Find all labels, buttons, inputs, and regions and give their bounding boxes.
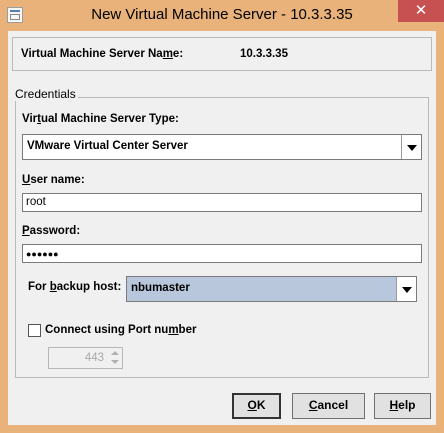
server-name-label: Virtual Machine Server Name:	[21, 48, 184, 60]
help-button[interactable]: Help	[374, 393, 431, 419]
password-label: Password:	[22, 225, 81, 237]
port-number-value: 443	[84, 352, 104, 364]
password-input[interactable]: ●●●●●●	[22, 244, 422, 263]
dialog-window: New Virtual Machine Server - 10.3.3.35 ✕…	[0, 0, 444, 433]
dialog-body: Virtual Machine Server Name: 10.3.3.35 C…	[8, 31, 436, 425]
title-bar[interactable]: New Virtual Machine Server - 10.3.3.35 ✕	[0, 0, 444, 31]
dropdown-arrow-icon[interactable]	[401, 135, 421, 159]
username-label: User name:	[22, 174, 85, 186]
port-checkbox[interactable]	[28, 324, 41, 337]
port-checkbox-label[interactable]: Connect using Port number	[45, 324, 196, 336]
close-button[interactable]: ✕	[398, 0, 444, 22]
close-icon: ✕	[414, 2, 428, 19]
spin-up-icon[interactable]	[109, 349, 121, 358]
server-type-select[interactable]: VMware Virtual Center Server	[22, 134, 422, 160]
server-type-selected: VMware Virtual Center Server	[27, 140, 188, 152]
port-number-spinner[interactable]: 443	[48, 347, 123, 369]
dropdown-arrow-icon[interactable]	[396, 277, 416, 301]
backup-host-selected: nbumaster	[131, 282, 190, 294]
spin-down-icon[interactable]	[109, 358, 121, 367]
ok-button[interactable]: OK	[232, 393, 281, 419]
server-type-label: Virtual Machine Server Type:	[22, 113, 179, 125]
server-name-value: 10.3.3.35	[240, 48, 288, 60]
username-input[interactable]: root	[22, 193, 422, 212]
backup-host-label: For backup host:	[28, 281, 122, 293]
password-value: ●●●●●●	[26, 249, 59, 259]
credentials-legend: Credentials	[13, 87, 78, 101]
window-title: New Virtual Machine Server - 10.3.3.35	[91, 6, 353, 23]
backup-host-select[interactable]: nbumaster	[126, 276, 417, 302]
cancel-button[interactable]: Cancel	[292, 393, 365, 419]
server-name-panel: Virtual Machine Server Name: 10.3.3.35	[12, 37, 432, 71]
username-value: root	[26, 196, 46, 208]
